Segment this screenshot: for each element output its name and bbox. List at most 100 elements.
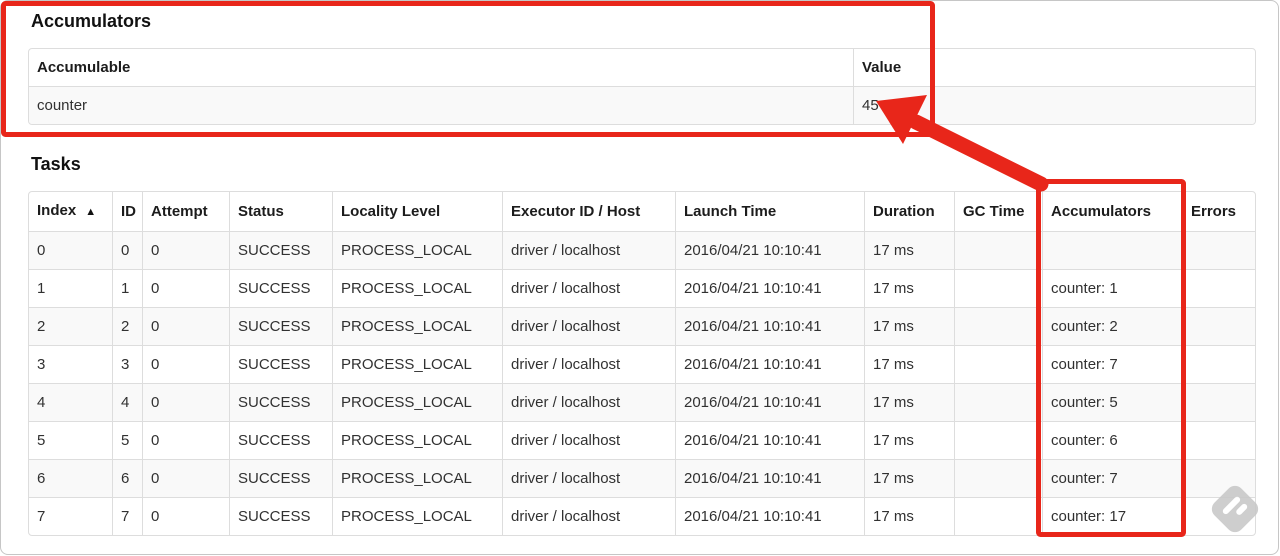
cell-id: 3 [112,345,142,383]
cell-index: 6 [29,459,112,497]
tasks-table: Index ▲ ID Attempt Status Locality Level … [28,191,1256,536]
cell-locality-level: PROCESS_LOCAL [332,345,502,383]
cell-gc-time [954,421,1042,459]
cell-gc-time [954,459,1042,497]
cell-accumulators: counter: 7 [1042,459,1182,497]
cell-duration: 17 ms [864,345,954,383]
cell-attempt: 0 [142,497,229,535]
cell-gc-time [954,307,1042,345]
table-row: 1 1 0 SUCCESS PROCESS_LOCAL driver / localhos… [29,269,1255,307]
spark-stage-page: Accumulators Accumulable Value counter 4… [0,0,1279,555]
column-header-gc-time[interactable]: GC Time [954,192,1042,231]
column-header-attempt[interactable]: Attempt [142,192,229,231]
cell-duration: 17 ms [864,307,954,345]
cell-duration: 17 ms [864,269,954,307]
cell-duration: 17 ms [864,231,954,269]
cell-id: 0 [112,231,142,269]
cell-id: 7 [112,497,142,535]
cell-executor-id-host: driver / localhost [502,383,675,421]
column-header-id[interactable]: ID [112,192,142,231]
cell-accumulators: counter: 7 [1042,345,1182,383]
cell-executor-id-host: driver / localhost [502,269,675,307]
cell-errors [1182,421,1255,459]
cell-id: 5 [112,421,142,459]
column-header-errors[interactable]: Errors [1182,192,1255,231]
cell-accumulable: counter [29,86,853,124]
cell-launch-time: 2016/04/21 10:10:41 [675,383,864,421]
table-row: 2 2 0 SUCCESS PROCESS_LOCAL driver / localhos… [29,307,1255,345]
column-header-executor-id-host[interactable]: Executor ID / Host [502,192,675,231]
cell-id: 2 [112,307,142,345]
cell-accumulators: counter: 2 [1042,307,1182,345]
cell-attempt: 0 [142,307,229,345]
cell-id: 6 [112,459,142,497]
cell-launch-time: 2016/04/21 10:10:41 [675,307,864,345]
cell-duration: 17 ms [864,459,954,497]
skitch-watermark-icon [1211,485,1259,533]
cell-id: 4 [112,383,142,421]
cell-locality-level: PROCESS_LOCAL [332,383,502,421]
column-header-launch-time[interactable]: Launch Time [675,192,864,231]
cell-status: SUCCESS [229,345,332,383]
cell-attempt: 0 [142,231,229,269]
cell-executor-id-host: driver / localhost [502,459,675,497]
accumulators-table-header: Accumulable Value [29,49,1255,86]
cell-status: SUCCESS [229,459,332,497]
column-header-status[interactable]: Status [229,192,332,231]
cell-attempt: 0 [142,345,229,383]
cell-status: SUCCESS [229,269,332,307]
cell-launch-time: 2016/04/21 10:10:41 [675,497,864,535]
cell-status: SUCCESS [229,497,332,535]
cell-value: 45 [853,86,1255,124]
table-row: 6 6 0 SUCCESS PROCESS_LOCAL driver / localhos… [29,459,1255,497]
sort-ascending-icon: ▲ [85,206,97,218]
cell-launch-time: 2016/04/21 10:10:41 [675,459,864,497]
cell-duration: 17 ms [864,383,954,421]
cell-status: SUCCESS [229,421,332,459]
column-header-duration[interactable]: Duration [864,192,954,231]
column-header-index[interactable]: Index ▲ [29,192,112,231]
table-row: 7 7 0 SUCCESS PROCESS_LOCAL driver / localhos… [29,497,1255,535]
cell-locality-level: PROCESS_LOCAL [332,459,502,497]
column-header-value: Value [853,49,1255,86]
cell-executor-id-host: driver / localhost [502,231,675,269]
table-row: 3 3 0 SUCCESS PROCESS_LOCAL driver / localhos… [29,345,1255,383]
column-header-locality-level[interactable]: Locality Level [332,192,502,231]
cell-executor-id-host: driver / localhost [502,307,675,345]
cell-duration: 17 ms [864,497,954,535]
cell-launch-time: 2016/04/21 10:10:41 [675,231,864,269]
table-row: 0 0 0 SUCCESS PROCESS_LOCAL driver / localhos… [29,231,1255,269]
cell-locality-level: PROCESS_LOCAL [332,307,502,345]
cell-accumulators: counter: 6 [1042,421,1182,459]
table-row: counter 45 [29,86,1255,124]
table-header-row: Accumulable Value [29,49,1255,86]
cell-attempt: 0 [142,459,229,497]
cell-index: 3 [29,345,112,383]
cell-index: 0 [29,231,112,269]
column-header-index-label: Index [37,202,77,219]
cell-status: SUCCESS [229,383,332,421]
column-header-accumulators[interactable]: Accumulators [1042,192,1182,231]
cell-attempt: 0 [142,269,229,307]
table-row: 5 5 0 SUCCESS PROCESS_LOCAL driver / localhos… [29,421,1255,459]
cell-locality-level: PROCESS_LOCAL [332,269,502,307]
cell-accumulators: counter: 17 [1042,497,1182,535]
cell-index: 1 [29,269,112,307]
cell-errors [1182,383,1255,421]
tasks-table-body: 0 0 0 SUCCESS PROCESS_LOCAL driver / localhos… [29,231,1255,535]
cell-launch-time: 2016/04/21 10:10:41 [675,269,864,307]
cell-attempt: 0 [142,383,229,421]
cell-status: SUCCESS [229,307,332,345]
accumulators-table: Accumulable Value counter 45 [28,48,1256,125]
cell-locality-level: PROCESS_LOCAL [332,497,502,535]
cell-gc-time [954,345,1042,383]
tasks-table-header: Index ▲ ID Attempt Status Locality Level … [29,192,1255,231]
cell-errors [1182,345,1255,383]
cell-gc-time [954,269,1042,307]
cell-executor-id-host: driver / localhost [502,421,675,459]
cell-launch-time: 2016/04/21 10:10:41 [675,345,864,383]
cell-executor-id-host: driver / localhost [502,345,675,383]
column-header-accumulable: Accumulable [37,59,131,76]
cell-index: 2 [29,307,112,345]
table-header-row: Index ▲ ID Attempt Status Locality Level … [29,192,1255,231]
